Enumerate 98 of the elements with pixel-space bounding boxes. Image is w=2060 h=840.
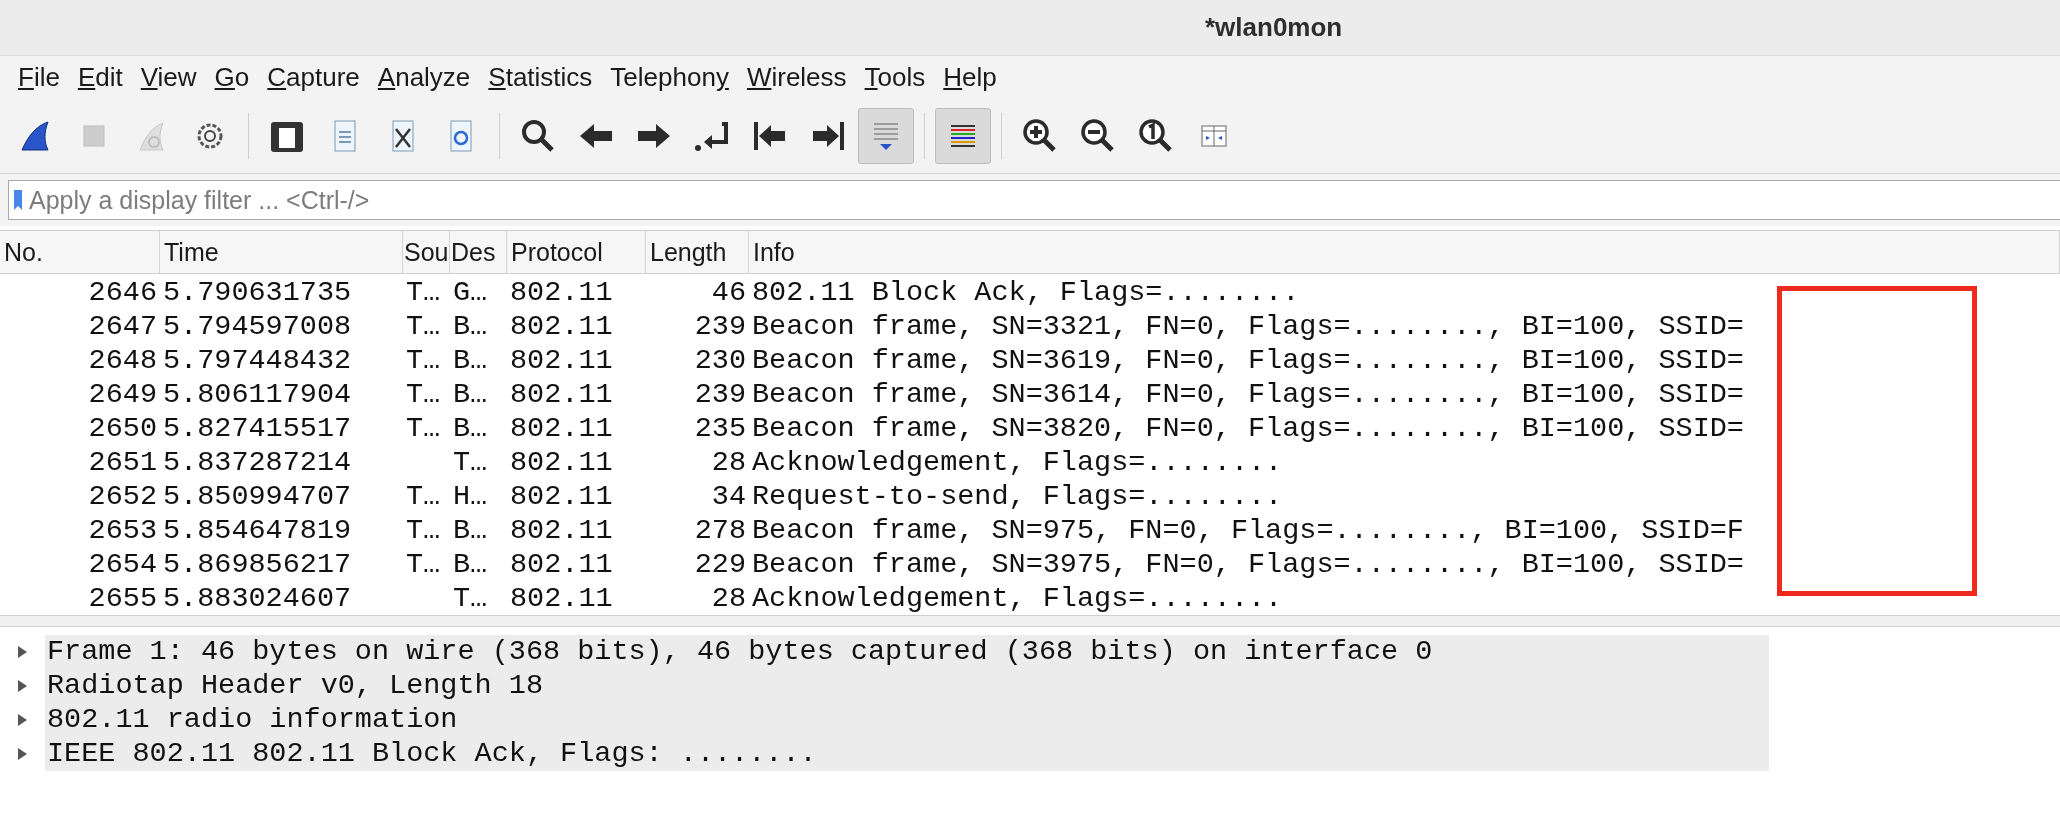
packet-source: T… (406, 479, 441, 513)
menu-item[interactable]: View (131, 61, 206, 93)
menu-item[interactable]: Analyze (368, 61, 480, 93)
column-header[interactable]: Length (646, 231, 749, 273)
packet-info: Acknowledgement, Flags=........ (752, 445, 1283, 479)
window-title: *wlan0mon (1205, 12, 1343, 43)
packet-protocol: 802.11 (510, 411, 613, 445)
packet-source: T… (406, 411, 441, 445)
packet-length: 239 (694, 309, 746, 343)
column-header[interactable]: Info (749, 231, 2060, 273)
packet-info: Beacon frame, SN=3820, FN=0, Flags=........, BI=100, SSID= (752, 411, 1744, 445)
packet-number: 2647 (88, 309, 157, 343)
expand-arrow-icon[interactable] (16, 679, 28, 693)
packet-info: Beacon frame, SN=3614, FN=0, Flags=........, BI=100, SSID= (752, 377, 1744, 411)
column-header[interactable]: No. (0, 231, 160, 273)
packet-length: 229 (694, 547, 746, 581)
packet-destination: T… (453, 445, 488, 479)
toolbar-button[interactable] (935, 107, 991, 164)
bookmark-icon[interactable] (13, 189, 23, 211)
packet-protocol: 802.11 (510, 581, 613, 615)
packet-info: Beacon frame, SN=3619, FN=0, Flags=........, BI=100, SSID= (752, 343, 1744, 377)
menu-item[interactable]: Help (934, 61, 1006, 93)
packet-protocol: 802.11 (510, 343, 613, 377)
packet-length: 235 (694, 411, 746, 445)
packet-protocol: 802.11 (510, 547, 613, 581)
detail-tree-item[interactable]: 802.11 radio information (45, 703, 1769, 737)
packet-time: 5.827415517 (163, 411, 352, 445)
packet-destination: B… (453, 547, 488, 581)
menu-item[interactable]: File (9, 61, 69, 93)
packet-protocol: 802.11 (510, 275, 613, 309)
menu-item[interactable]: Tools (855, 61, 935, 93)
packet-time: 5.869856217 (163, 547, 352, 581)
packet-time: 5.794597008 (163, 309, 352, 343)
packet-length: 230 (694, 343, 746, 377)
packet-destination: B… (453, 343, 488, 377)
packet-destination: B… (453, 377, 488, 411)
packet-time: 5.850994707 (163, 479, 352, 513)
packet-length: 46 (711, 275, 746, 309)
packet-info: Beacon frame, SN=975, FN=0, Flags=........, BI=100, SSID=F (752, 513, 1744, 547)
column-header[interactable]: Protocol (507, 231, 646, 273)
packet-source: T… (406, 377, 441, 411)
expand-arrow-icon[interactable] (16, 747, 28, 761)
menu-item[interactable]: Wireless (737, 61, 856, 93)
menu-item[interactable]: Telephony (601, 61, 738, 93)
packet-source: T… (406, 513, 441, 547)
packet-protocol: 802.11 (510, 377, 613, 411)
display-filter-field[interactable]: Apply a display filter ... <Ctrl-/> (8, 180, 2060, 220)
menu-item[interactable]: Go (205, 61, 259, 93)
packet-destination: B… (453, 411, 488, 445)
detail-tree-item[interactable]: IEEE 802.11 802.11 Block Ack, Flags: ........ (45, 737, 1769, 771)
menu-item[interactable]: Edit (68, 61, 132, 93)
packet-number: 2649 (88, 377, 157, 411)
packet-info: Beacon frame, SN=3975, FN=0, Flags=........, BI=100, SSID= (752, 547, 1744, 581)
packet-destination: T… (453, 581, 488, 615)
packet-protocol: 802.11 (510, 309, 613, 343)
packet-number: 2654 (88, 547, 157, 581)
packet-time: 5.790631735 (163, 275, 352, 309)
expand-arrow-icon[interactable] (16, 645, 28, 659)
packet-length: 28 (711, 445, 746, 479)
packet-protocol: 802.11 (510, 513, 613, 547)
packet-protocol: 802.11 (510, 445, 613, 479)
packet-destination: B… (453, 513, 488, 547)
packet-number: 2646 (88, 275, 157, 309)
expand-arrow-icon[interactable] (16, 713, 28, 727)
packet-source: T… (406, 343, 441, 377)
packet-number: 2655 (88, 581, 157, 615)
packet-time: 5.797448432 (163, 343, 352, 377)
packet-number: 2651 (88, 445, 157, 479)
packet-number: 2650 (88, 411, 157, 445)
packet-destination: H… (453, 479, 488, 513)
packet-number: 2652 (88, 479, 157, 513)
packet-info: Request-to-send, Flags=........ (752, 479, 1283, 513)
packet-time: 5.837287214 (163, 445, 352, 479)
packet-destination: G… (453, 275, 488, 309)
packet-number: 2653 (88, 513, 157, 547)
packet-source: T… (406, 309, 441, 343)
column-header[interactable]: Time (160, 231, 403, 273)
packet-protocol: 802.11 (510, 479, 613, 513)
packet-source: T… (406, 275, 441, 309)
detail-tree-item[interactable]: Frame 1: 46 bytes on wire (368 bits), 46 bytes captured (368 bits) on interface 0 (45, 635, 1769, 669)
packet-time: 5.883024607 (163, 581, 352, 615)
packet-info: Acknowledgement, Flags=........ (752, 581, 1283, 615)
packet-length: 28 (711, 581, 746, 615)
column-header[interactable]: Sou (403, 231, 450, 273)
packet-destination: B… (453, 309, 488, 343)
packet-source: T… (406, 547, 441, 581)
packet-length: 239 (694, 377, 746, 411)
menu-item[interactable]: Capture (258, 61, 369, 93)
packet-length: 278 (694, 513, 746, 547)
packet-info: Beacon frame, SN=3321, FN=0, Flags=........, BI=100, SSID= (752, 309, 1744, 343)
packet-length: 34 (711, 479, 746, 513)
menu-item[interactable]: Statistics (479, 61, 602, 93)
detail-tree-item[interactable]: Radiotap Header v0, Length 18 (45, 669, 1769, 703)
packet-number: 2648 (88, 343, 157, 377)
packet-time: 5.806117904 (163, 377, 352, 411)
packet-info: 802.11 Block Ack, Flags=........ (752, 275, 1300, 309)
column-header[interactable]: Des (450, 231, 507, 273)
packet-time: 5.854647819 (163, 513, 352, 547)
